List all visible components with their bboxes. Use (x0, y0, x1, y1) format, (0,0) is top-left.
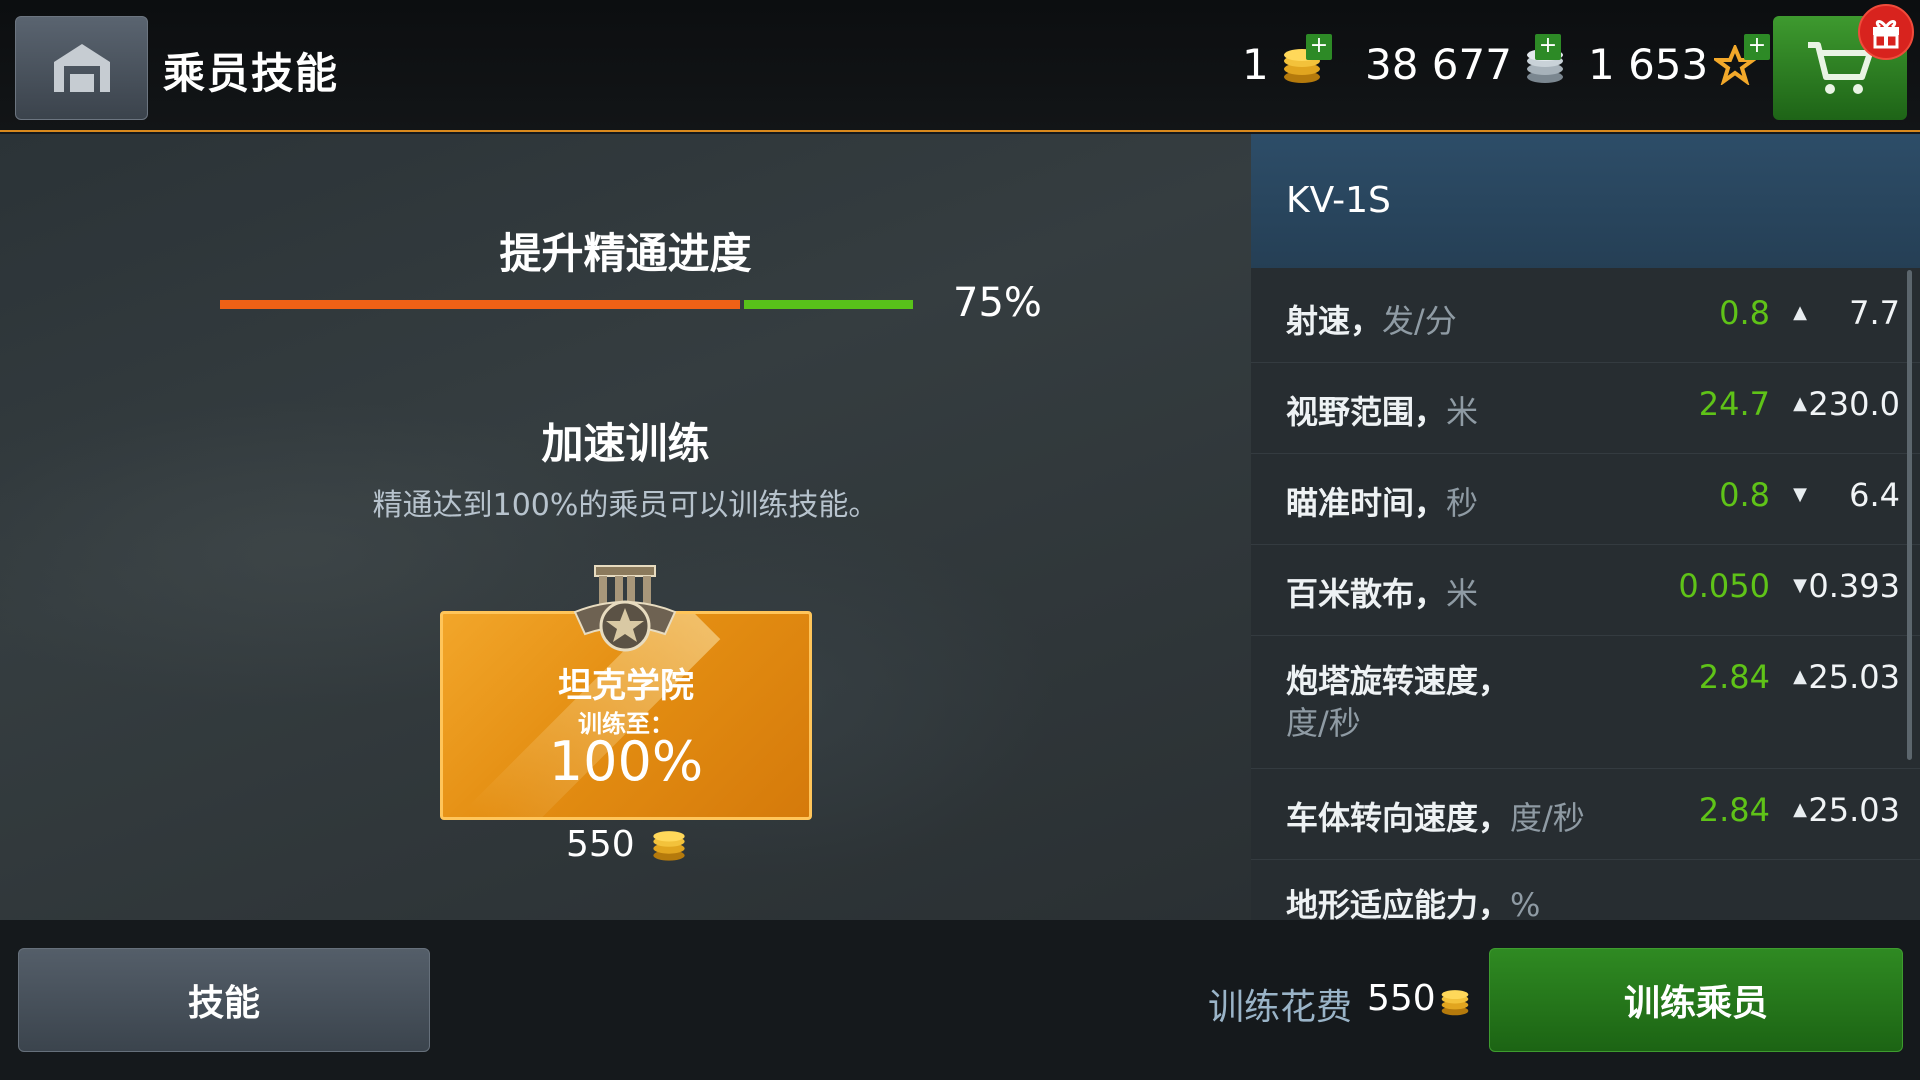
buy-free-xp-plus-icon[interactable]: + (1744, 34, 1770, 60)
stat-row: 百米散布，米 0.050 ▼ 0.393 (1251, 545, 1920, 636)
gold-amount: 1 (1242, 40, 1269, 89)
mastery-progress-gain (744, 300, 913, 309)
buy-silver-plus-icon[interactable]: + (1535, 34, 1561, 60)
stat-label: 地形适应能力， (1286, 886, 1511, 920)
train-crew-button[interactable]: 训练乘员 (1489, 948, 1903, 1052)
free-xp-amount: 1 653 (1588, 40, 1709, 89)
stat-label: 瞄准时间， (1286, 484, 1447, 522)
stat-value: 0.393 (1808, 567, 1900, 605)
stat-unit: % (1510, 886, 1541, 920)
stat-delta: 0.8 (1719, 294, 1770, 332)
stat-delta: 2.84 (1698, 791, 1770, 829)
arrow-down-icon: ▼ (1793, 575, 1807, 596)
accelerate-title: 加速训练 (541, 419, 710, 468)
academy-name: 坦克学院 (558, 666, 694, 706)
stat-row: 射速，发/分 0.8 ▲ 7.7 (1251, 272, 1920, 363)
gold-coins-icon (653, 830, 685, 861)
gold-coins-icon (1441, 990, 1469, 1016)
stat-delta: 0.8 (1719, 476, 1770, 514)
skills-button[interactable]: 技能 (18, 948, 430, 1052)
silver-amount: 38 677 (1365, 40, 1512, 89)
silver-balance[interactable]: 38 677 + (1365, 34, 1568, 89)
stat-unit: 度/秒 (1510, 799, 1585, 837)
buy-gold-plus-icon[interactable]: + (1306, 34, 1332, 60)
stat-row: 炮塔旋转速度， 度/秒 2.84 ▲ 25.03 (1251, 636, 1920, 769)
stat-delta: 2.84 (1698, 658, 1770, 696)
academy-price: 550 (566, 824, 689, 865)
academy-emblem-icon (573, 565, 677, 652)
academy-price-amount: 550 (566, 824, 635, 865)
stat-label: 视野范围， (1286, 393, 1447, 431)
gift-button[interactable] (1858, 4, 1914, 60)
arrow-up-icon: ▲ (1793, 393, 1807, 414)
stat-delta: 0.050 (1678, 567, 1770, 605)
stat-value: 25.03 (1808, 658, 1900, 696)
home-button[interactable] (15, 16, 148, 120)
arrow-up-icon: ▲ (1793, 666, 1807, 687)
stat-row: 瞄准时间，秒 0.8 ▼ 6.4 (1251, 454, 1920, 545)
stat-label: 百米散布， (1286, 575, 1447, 613)
accelerate-description: 精通达到100%的乘员可以训练技能。 (372, 488, 879, 523)
stat-delta: 24.7 (1698, 385, 1770, 423)
mastery-progress-current (220, 300, 740, 309)
train-cost-label: 训练花费 (1208, 987, 1353, 1028)
gold-balance[interactable]: 1 + (1242, 34, 1332, 89)
stat-row: 地形适应能力，% (1251, 860, 1920, 920)
vehicle-header: KV-1S (1251, 134, 1920, 268)
stat-label: 射速， (1286, 302, 1383, 340)
arrow-down-icon: ▼ (1793, 484, 1807, 505)
stat-row: 视野范围，米 24.7 ▲ 230.0 (1251, 363, 1920, 454)
stat-label: 车体转向速度， (1286, 799, 1511, 837)
arrow-up-icon: ▲ (1793, 799, 1807, 820)
academy-level: 100% (548, 730, 704, 793)
stat-label: 炮塔旋转速度， (1286, 662, 1511, 700)
top-bar: 乘员技能 1 + 38 677 + 1 653 + (0, 0, 1920, 132)
mastery-title: 提升精通进度 (499, 229, 752, 278)
stat-unit: 度/秒 (1286, 704, 1361, 742)
mastery-progress-percent: 75% (953, 280, 1042, 326)
stat-value: 230.0 (1808, 385, 1900, 423)
train-cost-value: 550 (1367, 978, 1436, 1019)
stat-value: 6.4 (1849, 476, 1900, 514)
stat-unit: 发/分 (1382, 302, 1457, 340)
free-xp-balance[interactable]: 1 653 + (1588, 34, 1770, 89)
arrow-up-icon: ▲ (1793, 302, 1807, 323)
mastery-panel: 提升精通进度 75% 加速训练 精通达到100%的乘员可以训练技能。 坦克学院 … (0, 134, 1251, 920)
vehicle-name: KV-1S (1286, 180, 1391, 221)
stats-scrollbar[interactable] (1907, 270, 1912, 760)
stat-value: 25.03 (1808, 791, 1900, 829)
stat-row: 车体转向速度，度/秒 2.84 ▲ 25.03 (1251, 769, 1920, 860)
stat-value: 7.7 (1849, 294, 1900, 332)
stat-unit: 米 (1446, 575, 1479, 613)
stat-unit: 秒 (1446, 484, 1479, 522)
gift-icon (1873, 20, 1899, 49)
page-title: 乘员技能 (163, 49, 340, 98)
garage-icon (53, 44, 110, 92)
vehicle-stats-panel: KV-1S 射速，发/分 0.8 ▲ 7.7 视野范围，米 24.7 ▲ 230… (1251, 134, 1920, 920)
stat-unit: 米 (1446, 393, 1479, 431)
